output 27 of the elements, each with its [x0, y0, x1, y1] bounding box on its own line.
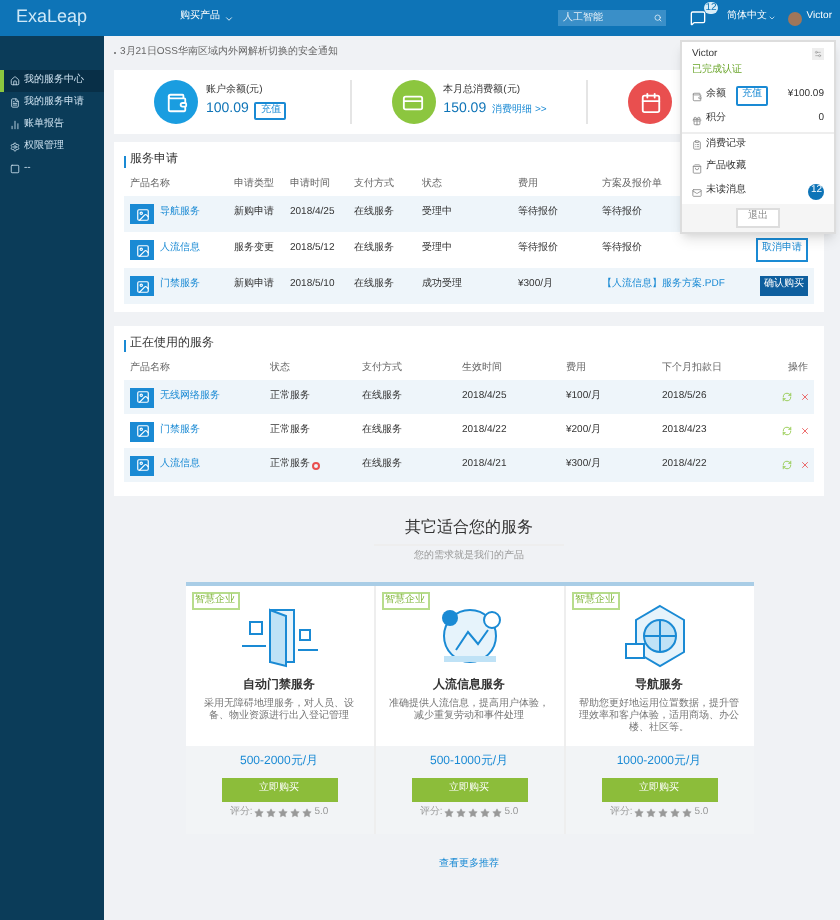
chevron-icon [224, 13, 234, 23]
image-icon [130, 421, 154, 441]
card-icon [391, 80, 436, 124]
mail-icon [692, 187, 702, 197]
settings-icon[interactable] [812, 48, 824, 60]
chat-icon[interactable] [690, 10, 707, 26]
bag-icon [692, 163, 702, 173]
square-icon [10, 164, 20, 174]
gear-icon [10, 142, 20, 152]
logo: ExaLeap [16, 4, 88, 31]
clipboard-icon [692, 140, 702, 150]
wallet-icon [692, 91, 702, 101]
renew-icon[interactable] [782, 392, 792, 402]
renew-icon[interactable] [782, 426, 792, 436]
image-icon [130, 240, 154, 260]
search-icon[interactable] [654, 14, 663, 22]
section-title: 其它适合您的服务 [405, 516, 533, 540]
chart-icon [10, 120, 20, 130]
image-icon [130, 455, 154, 475]
document-icon [10, 98, 20, 108]
image-icon [130, 276, 154, 296]
home-icon [10, 76, 20, 86]
calendar-icon [628, 80, 673, 124]
image-icon [130, 387, 154, 407]
image-icon [130, 204, 154, 224]
renew-icon[interactable] [782, 460, 792, 470]
gift-icon [692, 115, 702, 125]
